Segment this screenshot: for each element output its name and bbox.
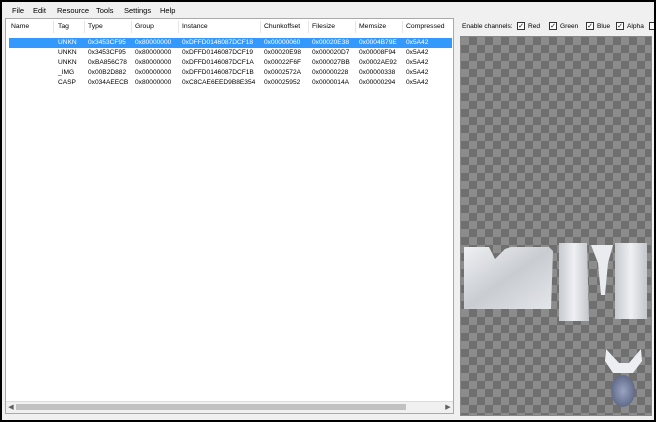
cell-filesize: 0x00000228 bbox=[312, 69, 349, 76]
column-header-name[interactable]: Name bbox=[11, 23, 29, 30]
cell-tag: _IMG bbox=[58, 69, 75, 76]
cell-tag: CASP bbox=[58, 79, 76, 86]
enable-channels-label: Enable channels: bbox=[462, 23, 513, 30]
cell-compressed: 0x5A42 bbox=[406, 79, 429, 86]
alpha-channel-label: Alpha bbox=[627, 23, 644, 30]
column-divider[interactable] bbox=[308, 21, 309, 33]
cell-compressed: 0x5A42 bbox=[406, 39, 429, 46]
cell-group: 0x80000000 bbox=[135, 49, 172, 56]
cell-instance: 0xDFFD0146087DCF18 bbox=[182, 39, 254, 46]
menu-tools[interactable]: Tools bbox=[96, 6, 114, 15]
sleeve-texture-piece bbox=[559, 243, 589, 321]
red-channel-checkbox[interactable]: ✓ bbox=[517, 22, 525, 30]
blob-texture-piece bbox=[611, 375, 635, 407]
cell-instance: 0xDFFD0146087DCF1A bbox=[182, 59, 254, 66]
column-divider[interactable] bbox=[260, 21, 261, 33]
cell-chunkoffset: 0x00025952 bbox=[264, 79, 301, 86]
column-header-group[interactable]: Group bbox=[135, 23, 154, 30]
cell-filesize: 0x0000014A bbox=[312, 79, 350, 86]
cell-memsize: 0x0004B79E bbox=[359, 39, 397, 46]
column-header-memsize[interactable]: Memsize bbox=[359, 23, 386, 30]
horizontal-scrollbar[interactable]: ◀ ▶ bbox=[6, 401, 453, 413]
column-header-compressed[interactable]: Compressed bbox=[406, 23, 445, 30]
scroll-right-arrow-icon[interactable]: ▶ bbox=[443, 402, 453, 413]
cell-compressed: 0x5A42 bbox=[406, 49, 429, 56]
cell-group: 0x80000000 bbox=[135, 39, 172, 46]
alpha-channel-checkbox[interactable]: ✓ bbox=[616, 22, 624, 30]
column-header-instance[interactable]: Instance bbox=[182, 23, 208, 30]
scrollbar-thumb[interactable] bbox=[16, 404, 406, 410]
table-row[interactable]: UNKN 0xBA856C78 0x80000000 0xDFFD0146087… bbox=[9, 58, 452, 68]
column-divider[interactable] bbox=[84, 21, 85, 33]
cell-type: 0x3453CF95 bbox=[88, 39, 126, 46]
table-row[interactable]: CASP 0x034AEECB 0x80000000 0xC8CAE6EED9B… bbox=[9, 78, 452, 88]
extra-checkbox[interactable] bbox=[649, 22, 654, 30]
column-divider[interactable] bbox=[53, 21, 54, 33]
cell-memsize: 0x00000294 bbox=[359, 79, 396, 86]
cell-memsize: 0x0002AE92 bbox=[359, 59, 397, 66]
cell-type: 0x3453CF95 bbox=[88, 49, 126, 56]
cell-filesize: 0x00020E38 bbox=[312, 39, 350, 46]
column-divider[interactable] bbox=[402, 21, 403, 33]
cell-chunkoffset: 0x0002572A bbox=[264, 69, 302, 76]
table-row[interactable]: _IMG 0x00B2D882 0x00000000 0xDFFD0146087… bbox=[9, 68, 452, 78]
cell-instance: 0xC8CAE6EED9B8E354 bbox=[182, 79, 256, 86]
cell-tag: UNKN bbox=[58, 49, 77, 56]
column-header-type[interactable]: Type bbox=[88, 23, 103, 30]
column-divider[interactable] bbox=[178, 21, 179, 33]
channel-toolbar: Enable channels: ✓ Red ✓ Green ✓ Blue ✓ … bbox=[458, 18, 654, 36]
cell-tag: UNKN bbox=[58, 59, 77, 66]
cell-instance: 0xDFFD0146087DCF1B bbox=[182, 69, 254, 76]
scroll-left-arrow-icon[interactable]: ◀ bbox=[6, 402, 16, 413]
blue-channel-checkbox[interactable]: ✓ bbox=[586, 22, 594, 30]
texture-preview-panel: Enable channels: ✓ Red ✓ Green ✓ Blue ✓ … bbox=[458, 18, 654, 416]
cell-memsize: 0x00000338 bbox=[359, 69, 396, 76]
cell-group: 0x00000000 bbox=[135, 69, 172, 76]
menu-resource[interactable]: Resource bbox=[57, 6, 89, 15]
menu-bar: File Edit Resource Tools Settings Help bbox=[2, 2, 654, 18]
resource-list[interactable]: Name Tag Type Group Instance Chunkoffset… bbox=[5, 18, 454, 414]
cell-instance: 0xDFFD0146087DCF19 bbox=[182, 49, 254, 56]
cell-chunkoffset: 0x00020E98 bbox=[264, 49, 302, 56]
cell-tag: UNKN bbox=[58, 39, 77, 46]
column-header-filesize[interactable]: Filesize bbox=[312, 23, 335, 30]
column-header-tag[interactable]: Tag bbox=[58, 23, 69, 30]
cell-type: 0x00B2D882 bbox=[88, 69, 127, 76]
menu-edit[interactable]: Edit bbox=[33, 6, 46, 15]
shirt-texture-piece bbox=[464, 247, 553, 309]
menu-help[interactable]: Help bbox=[160, 6, 175, 15]
column-header-chunkoffset[interactable]: Chunkoffset bbox=[264, 23, 300, 30]
cell-chunkoffset: 0x00000060 bbox=[264, 39, 301, 46]
strap-texture-piece bbox=[591, 245, 613, 295]
cell-filesize: 0x000020D7 bbox=[312, 49, 350, 56]
menu-file[interactable]: File bbox=[12, 6, 24, 15]
sleeve-texture-piece bbox=[615, 243, 647, 319]
green-channel-label: Green bbox=[560, 23, 579, 30]
cell-memsize: 0x00008F94 bbox=[359, 49, 396, 56]
cell-compressed: 0x5A42 bbox=[406, 69, 429, 76]
collar-texture-piece bbox=[605, 349, 642, 373]
green-channel-checkbox[interactable]: ✓ bbox=[549, 22, 557, 30]
cell-type: 0x034AEECB bbox=[88, 79, 129, 86]
menu-settings[interactable]: Settings bbox=[124, 6, 151, 15]
column-divider[interactable] bbox=[355, 21, 356, 33]
cell-filesize: 0x000027BB bbox=[312, 59, 350, 66]
table-row[interactable]: UNKN 0x3453CF95 0x80000000 0xDFFD0146087… bbox=[9, 38, 452, 48]
blue-channel-label: Blue bbox=[597, 23, 611, 30]
texture-image bbox=[464, 243, 647, 407]
cell-group: 0x80000000 bbox=[135, 59, 172, 66]
cell-type: 0xBA856C78 bbox=[88, 59, 127, 66]
app-window: File Edit Resource Tools Settings Help N… bbox=[2, 2, 654, 420]
cell-group: 0x80000000 bbox=[135, 79, 172, 86]
table-row[interactable]: UNKN 0x3453CF95 0x80000000 0xDFFD0146087… bbox=[9, 48, 452, 58]
column-divider[interactable] bbox=[131, 21, 132, 33]
texture-canvas bbox=[460, 36, 652, 416]
red-channel-label: Red bbox=[528, 23, 541, 30]
cell-chunkoffset: 0x00022F6F bbox=[264, 59, 302, 66]
cell-compressed: 0x5A42 bbox=[406, 59, 429, 66]
